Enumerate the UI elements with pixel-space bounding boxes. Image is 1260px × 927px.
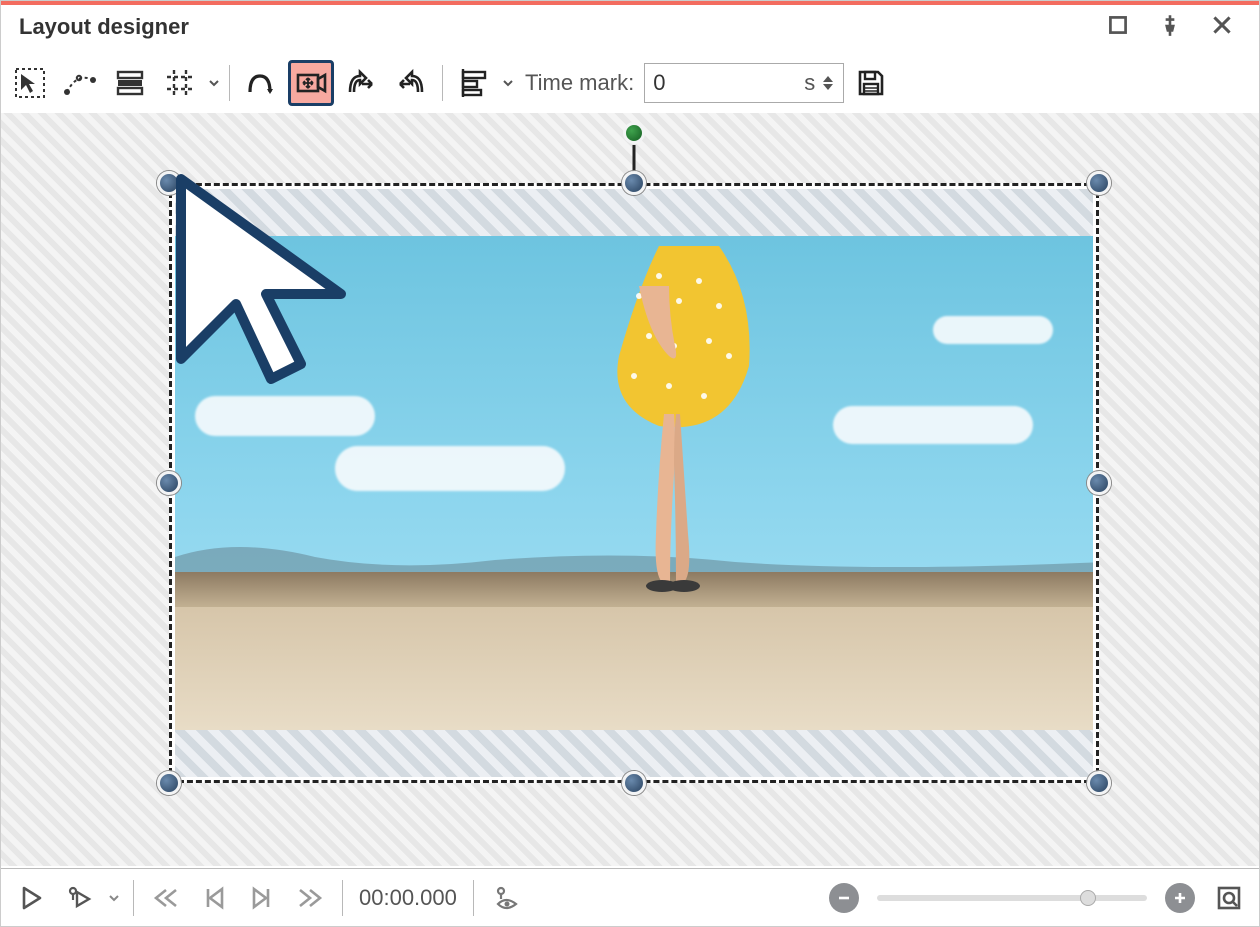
resize-handle-w[interactable] bbox=[157, 471, 181, 495]
chevron-up-icon[interactable] bbox=[823, 76, 833, 82]
time-mark-input[interactable]: 0 s bbox=[644, 63, 844, 103]
pin-icon[interactable] bbox=[1157, 12, 1183, 43]
selected-frame[interactable] bbox=[169, 183, 1099, 783]
edit-path-button[interactable] bbox=[57, 60, 103, 106]
toolbar-separator bbox=[442, 65, 443, 101]
media-preview bbox=[175, 236, 1093, 730]
zoom-slider[interactable] bbox=[877, 895, 1147, 901]
play-button[interactable] bbox=[11, 878, 51, 918]
toolbar-separator bbox=[229, 65, 230, 101]
time-mark-spinner[interactable] bbox=[823, 64, 841, 102]
time-mark-unit: s bbox=[804, 70, 815, 96]
close-icon[interactable] bbox=[1209, 12, 1235, 43]
snap-grid-button[interactable] bbox=[157, 60, 203, 106]
title-bar: Layout designer bbox=[1, 5, 1259, 49]
toolbar-separator bbox=[473, 880, 474, 916]
fast-forward-button[interactable] bbox=[290, 878, 330, 918]
toolbar-separator bbox=[342, 880, 343, 916]
layers-button[interactable] bbox=[107, 60, 153, 106]
resize-handle-e[interactable] bbox=[1087, 471, 1111, 495]
keyframe-out-button[interactable] bbox=[388, 60, 434, 106]
maximize-icon[interactable] bbox=[1105, 12, 1131, 43]
zoom-fit-button[interactable] bbox=[1209, 878, 1249, 918]
next-frame-button[interactable] bbox=[242, 878, 282, 918]
zoom-out-button[interactable] bbox=[829, 883, 859, 913]
zoom-slider-thumb[interactable] bbox=[1080, 890, 1096, 906]
preview-visibility-button[interactable] bbox=[486, 878, 526, 918]
letterbox-bottom bbox=[175, 730, 1093, 777]
resize-handle-n[interactable] bbox=[622, 171, 646, 195]
zoom-in-button[interactable] bbox=[1165, 883, 1195, 913]
toolbar-separator bbox=[133, 880, 134, 916]
resize-handle-s[interactable] bbox=[622, 771, 646, 795]
rotation-handle-dot[interactable] bbox=[623, 122, 645, 144]
selection-outline bbox=[169, 183, 1099, 783]
prev-frame-button[interactable] bbox=[194, 878, 234, 918]
resize-handle-ne[interactable] bbox=[1087, 171, 1111, 195]
camera-move-button[interactable] bbox=[288, 60, 334, 106]
select-marquee-button[interactable] bbox=[7, 60, 53, 106]
align-dropdown[interactable] bbox=[501, 78, 515, 88]
time-mark-label: Time mark: bbox=[525, 70, 634, 96]
playback-bar: 00:00.000 bbox=[1, 868, 1259, 926]
save-button[interactable] bbox=[848, 60, 894, 106]
time-mark-value: 0 bbox=[653, 70, 665, 96]
resize-handle-se[interactable] bbox=[1087, 771, 1111, 795]
layout-designer-window: Layout designer bbox=[0, 0, 1260, 927]
letterbox-top bbox=[175, 189, 1093, 236]
main-toolbar: Time mark: 0 s bbox=[1, 53, 1259, 113]
chevron-down-icon[interactable] bbox=[823, 84, 833, 90]
free-transform-button[interactable] bbox=[238, 60, 284, 106]
canvas-area[interactable] bbox=[1, 113, 1259, 866]
play-segment-dropdown[interactable] bbox=[107, 893, 121, 903]
align-button[interactable] bbox=[451, 60, 497, 106]
window-title: Layout designer bbox=[19, 14, 189, 40]
snap-grid-dropdown[interactable] bbox=[207, 78, 221, 88]
play-segment-button[interactable] bbox=[59, 878, 99, 918]
timecode-display: 00:00.000 bbox=[359, 885, 457, 911]
rewind-button[interactable] bbox=[146, 878, 186, 918]
resize-handle-sw[interactable] bbox=[157, 771, 181, 795]
window-controls bbox=[1105, 12, 1235, 43]
resize-handle-nw[interactable] bbox=[157, 171, 181, 195]
keyframe-in-button[interactable] bbox=[338, 60, 384, 106]
